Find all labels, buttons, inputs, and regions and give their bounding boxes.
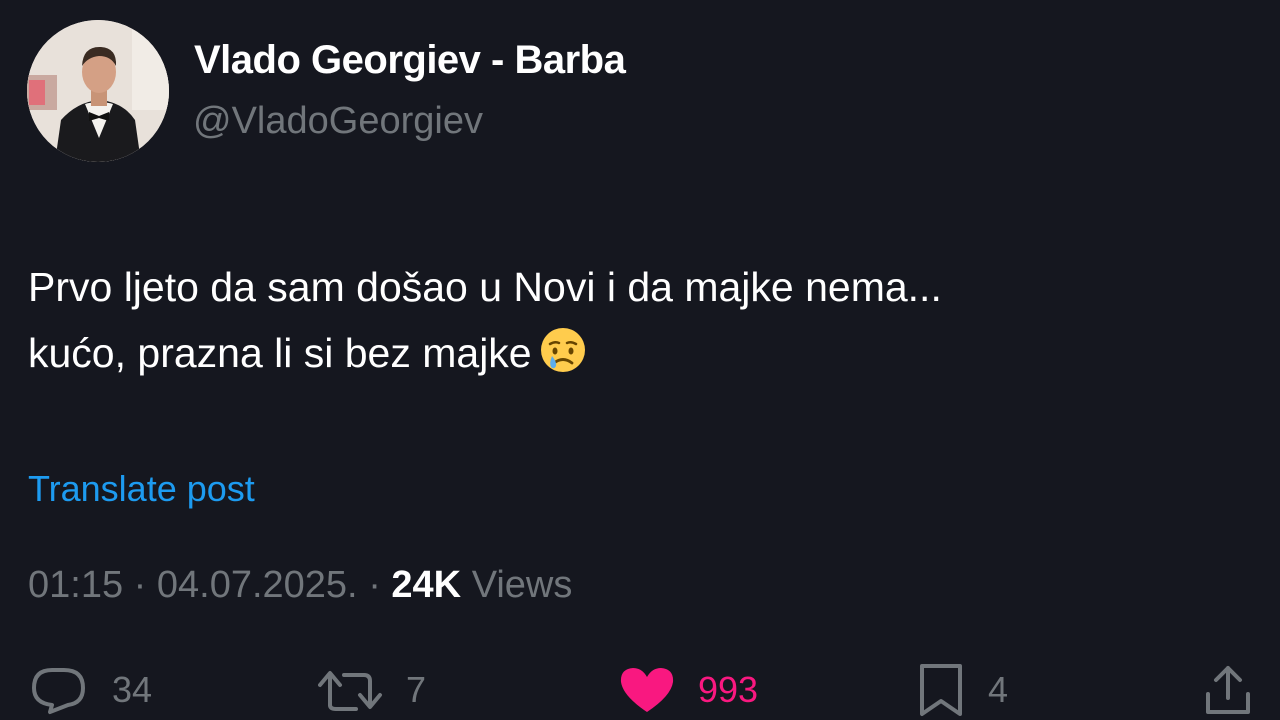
crying-face-emoji-icon <box>538 325 588 375</box>
meta-separator-1: · <box>133 564 147 606</box>
repost-count: 7 <box>406 669 427 710</box>
bookmark-icon <box>916 662 966 718</box>
bookmark-count: 4 <box>988 669 1009 710</box>
reply-button[interactable]: 34 <box>28 660 152 720</box>
post-date[interactable]: 04.07.2025. <box>157 564 358 606</box>
post-time[interactable]: 01:15 <box>28 564 123 606</box>
post-body: Prvo ljeto da sam došao u Novi i da majk… <box>28 254 1248 386</box>
like-button[interactable]: 993 <box>618 660 758 720</box>
like-count: 993 <box>698 669 759 710</box>
translate-post-link[interactable]: Translate post <box>28 468 255 510</box>
heart-icon <box>618 665 676 715</box>
views-count: 24K <box>391 564 462 606</box>
share-icon <box>1200 662 1256 718</box>
repost-icon <box>318 665 384 715</box>
bookmark-button[interactable]: 4 <box>916 660 1008 720</box>
author-display-name[interactable]: Vlado Georgiev - Barba <box>194 38 626 83</box>
repost-button[interactable]: 7 <box>318 660 426 720</box>
post-text-line-1: Prvo ljeto da sam došao u Novi i da majk… <box>28 264 942 310</box>
author-handle[interactable]: @VladoGeorgiev <box>193 100 483 143</box>
reply-icon <box>28 665 90 715</box>
author-avatar[interactable] <box>27 20 169 162</box>
action-bar: 34 7 993 4 <box>0 660 1280 720</box>
views-label: Views <box>471 564 573 606</box>
post-card: Vlado Georgiev - Barba @VladoGeorgiev Pr… <box>0 0 1280 720</box>
post-text-line-2-text: kućo, prazna li si bez majke <box>28 330 532 376</box>
avatar-photo <box>27 20 169 162</box>
meta-separator-2: · <box>368 564 381 606</box>
share-button[interactable] <box>1200 660 1256 720</box>
post-meta: 01:15 · 04.07.2025. · 24K Views <box>28 564 572 607</box>
reply-count: 34 <box>112 669 153 710</box>
post-text-line-2: kućo, prazna li si bez majke <box>28 320 1248 386</box>
